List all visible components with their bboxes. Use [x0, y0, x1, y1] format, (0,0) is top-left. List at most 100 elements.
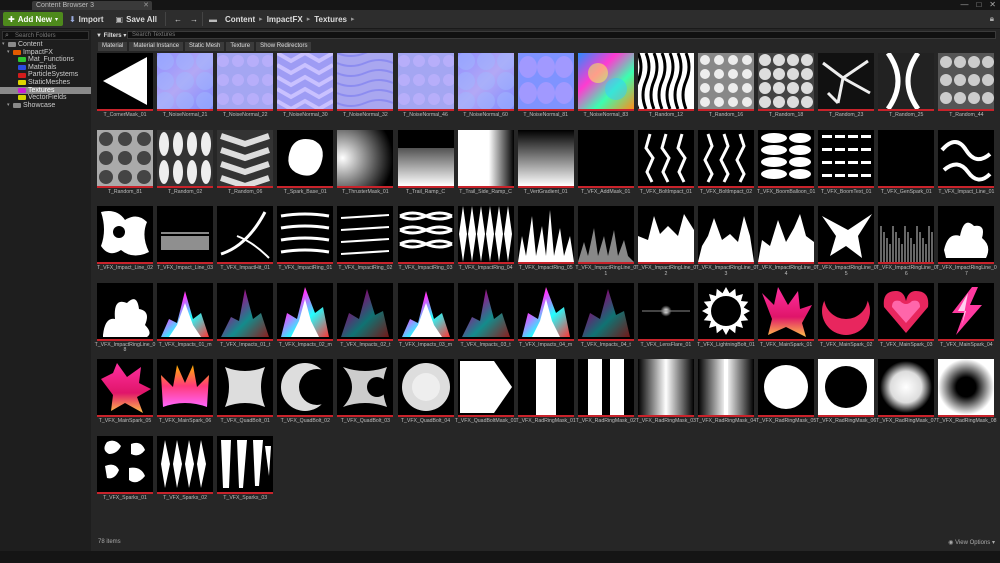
asset-tile[interactable]: T_VFX_RadRingMask_06	[816, 359, 876, 427]
minimize-button[interactable]: —	[960, 0, 968, 10]
asset-tile[interactable]: T_VFX_QuadBolt_01	[216, 359, 274, 427]
asset-tile[interactable]: T_NoiseNormal_81	[517, 53, 575, 121]
asset-tile[interactable]: T_Spark_Base_01	[276, 129, 334, 198]
lock-icon[interactable]: 🔒︎	[990, 14, 994, 24]
asset-tile[interactable]: T_Random_16	[697, 53, 755, 121]
asset-tile[interactable]: T_Random_02	[156, 129, 214, 198]
asset-tile[interactable]: T_VFX_MainSpark_05	[96, 359, 154, 427]
asset-tile[interactable]: T_Random_06	[216, 129, 274, 198]
folder-item[interactable]: Materials	[0, 64, 91, 72]
asset-tile[interactable]: T_VFX_MainSpark_04	[937, 282, 995, 351]
asset-tile[interactable]: T_VFX_MainSpark_03	[877, 282, 935, 351]
breadcrumb-separator-icon[interactable]: ▸	[351, 15, 355, 23]
asset-tile[interactable]: T_VFX_LightningBolt_01	[697, 282, 755, 351]
asset-tile[interactable]: T_VFX_Impacts_01_t	[216, 282, 274, 351]
save-all-button[interactable]: ▣ Save All	[110, 12, 163, 26]
asset-tile[interactable]: T_VFX_Impacts_03_m	[397, 282, 455, 351]
asset-tile[interactable]: T_Random_23	[817, 53, 875, 121]
history-back-button[interactable]: ←	[168, 12, 188, 26]
asset-tile[interactable]: T_ThrusterMask_01	[336, 129, 394, 198]
asset-tile[interactable]: T_VFX_Sparks_02	[156, 435, 214, 504]
folder-item[interactable]: ▾ Showcase	[0, 102, 91, 110]
asset-tile[interactable]: T_VFX_AddMask_01	[577, 129, 635, 198]
asset-tile[interactable]: T_VFX_QuadBoltMask_01	[455, 359, 516, 427]
asset-tile[interactable]: T_VFX_Impact_Line_02	[96, 206, 154, 274]
history-forward-button[interactable]: →	[188, 12, 200, 26]
asset-tile[interactable]: T_VFX_ImpactRingLine_08	[95, 282, 155, 353]
asset-tile[interactable]: T_NoiseNormal_60	[457, 53, 515, 121]
asset-tile[interactable]: T_VFX_ImpactHit_01	[216, 206, 274, 274]
asset-tile[interactable]: T_VertGradient_01	[517, 129, 575, 198]
asset-tile[interactable]: T_VFX_ImpactRing_01	[276, 206, 334, 274]
breadcrumb-impactfx[interactable]: ImpactFX	[263, 15, 307, 24]
asset-tile[interactable]: T_VFX_BoltImpact_01	[637, 129, 695, 198]
asset-tile[interactable]: T_VFX_RadRingMask_02	[576, 359, 636, 427]
filter-chip-show-redirectors[interactable]: Show Redirectors	[256, 41, 312, 51]
asset-tile[interactable]: T_VFX_QuadBolt_03	[336, 359, 394, 427]
asset-tile[interactable]: T_Trail_Ramp_C	[397, 129, 455, 198]
asset-tile[interactable]: T_Random_25	[877, 53, 935, 121]
maximize-button[interactable]: □	[976, 0, 981, 10]
asset-tile[interactable]: T_VFX_ImpactRingLine_07	[936, 206, 997, 276]
asset-tile[interactable]: T_VFX_QuadBolt_04	[397, 359, 455, 427]
asset-tile[interactable]: T_VFX_MainSpark_02	[817, 282, 875, 351]
asset-tile[interactable]: T_Random_12	[637, 53, 695, 121]
asset-tile[interactable]: T_VFX_ImpactRingLine_02	[635, 206, 696, 276]
asset-tile[interactable]: T_VFX_BoomText_01	[817, 129, 875, 198]
asset-tile[interactable]: T_Trail_Side_Ramp_C	[457, 129, 515, 198]
folder-icon[interactable]: ▬	[205, 12, 221, 26]
folder-item[interactable]: VectorFields	[0, 94, 91, 102]
search-folders-input[interactable]: ⌕ Search Folders	[2, 31, 89, 40]
folder-item[interactable]: Mat_Functions	[0, 56, 91, 64]
asset-tile[interactable]: T_VFX_Sparks_03	[216, 435, 274, 504]
asset-tile[interactable]: T_NoiseNormal_32	[336, 53, 394, 121]
asset-tile[interactable]: T_VFX_Impacts_04_t	[577, 282, 635, 351]
folder-item[interactable]: Textures	[0, 86, 91, 95]
asset-tile[interactable]: T_VFX_GenSpark_01	[877, 129, 935, 198]
asset-tile[interactable]: T_VFX_ImpactRingLine_01	[575, 206, 636, 276]
folder-item[interactable]: ParticleSystems	[0, 71, 91, 79]
asset-tile[interactable]: T_Random_81	[96, 129, 154, 198]
asset-tile[interactable]: T_VFX_Impacts_01_m	[156, 282, 214, 351]
asset-tile[interactable]: T_VFX_ImpactRing_02	[336, 206, 394, 274]
filter-chip-material[interactable]: Material	[98, 41, 128, 51]
asset-tile[interactable]: T_VFX_ImpactRingLine_04	[756, 206, 817, 276]
breadcrumb-textures[interactable]: Textures	[310, 15, 351, 24]
asset-tile[interactable]: T_VFX_ImpactRingLine_03	[696, 206, 756, 276]
asset-tile[interactable]: T_VFX_BoltImpact_02	[697, 129, 755, 198]
asset-tile[interactable]: T_Random_18	[757, 53, 815, 121]
asset-tile[interactable]: T_VFX_ImpactRingLine_06	[876, 206, 937, 276]
close-button[interactable]: ✕	[989, 0, 996, 10]
asset-tile[interactable]: T_VFX_RadRingMask_07	[876, 359, 936, 427]
asset-tile[interactable]: T_VFX_MainSpark_01	[757, 282, 815, 351]
asset-tile[interactable]: T_VFX_MainSpark_06	[156, 359, 214, 427]
asset-tile[interactable]: T_VFX_BoomBalloon_01	[757, 129, 815, 198]
asset-tile[interactable]: T_VFX_ImpactRing_05	[517, 206, 575, 274]
asset-tile[interactable]: T_VFX_RadRingMask_01	[516, 359, 576, 427]
asset-tile[interactable]: T_NoiseNormal_83	[577, 53, 635, 121]
filter-chip-texture[interactable]: Texture	[226, 41, 255, 51]
asset-tile[interactable]: T_VFX_QuadBolt_02	[276, 359, 334, 427]
asset-tile[interactable]: T_VFX_LensFlare_01	[637, 282, 695, 351]
asset-tile[interactable]: T_VFX_Impacts_02_t	[336, 282, 394, 351]
asset-tile[interactable]: T_NoiseNormal_30	[276, 53, 334, 121]
asset-tile[interactable]: T_NoiseNormal_46	[397, 53, 455, 121]
asset-tile[interactable]: T_VFX_ImpactRingLine_05	[816, 206, 877, 276]
asset-tile[interactable]: T_VFX_Impacts_03_t	[457, 282, 515, 351]
import-button[interactable]: ⬇ Import	[63, 12, 110, 26]
asset-tile[interactable]: T_NoiseNormal_22	[216, 53, 274, 121]
search-textures-input[interactable]: Search Textures	[127, 31, 996, 39]
folder-item[interactable]: ▾ Content	[0, 41, 91, 49]
asset-tile[interactable]: T_CornerMask_01	[96, 53, 154, 121]
filter-chip-static-mesh[interactable]: Static Mesh	[185, 41, 225, 51]
tab-close-icon[interactable]: ✕	[143, 1, 149, 10]
asset-tile[interactable]: T_VFX_RadRingMask_04	[696, 359, 756, 427]
asset-tile[interactable]: T_VFX_RadRingMask_08	[936, 359, 997, 427]
asset-tile[interactable]: T_VFX_RadRingMask_03	[636, 359, 696, 427]
asset-tile[interactable]: T_VFX_Impacts_02_m	[276, 282, 334, 351]
add-new-button[interactable]: ✚ Add New ▾	[3, 12, 63, 26]
asset-tile[interactable]: T_VFX_ImpactRing_03	[397, 206, 455, 274]
filter-chip-material-instance[interactable]: Material Instance	[129, 41, 184, 51]
asset-tile[interactable]: T_VFX_Impact_Line_01	[937, 129, 995, 198]
folder-item[interactable]: ▾ ImpactFX	[0, 49, 91, 57]
